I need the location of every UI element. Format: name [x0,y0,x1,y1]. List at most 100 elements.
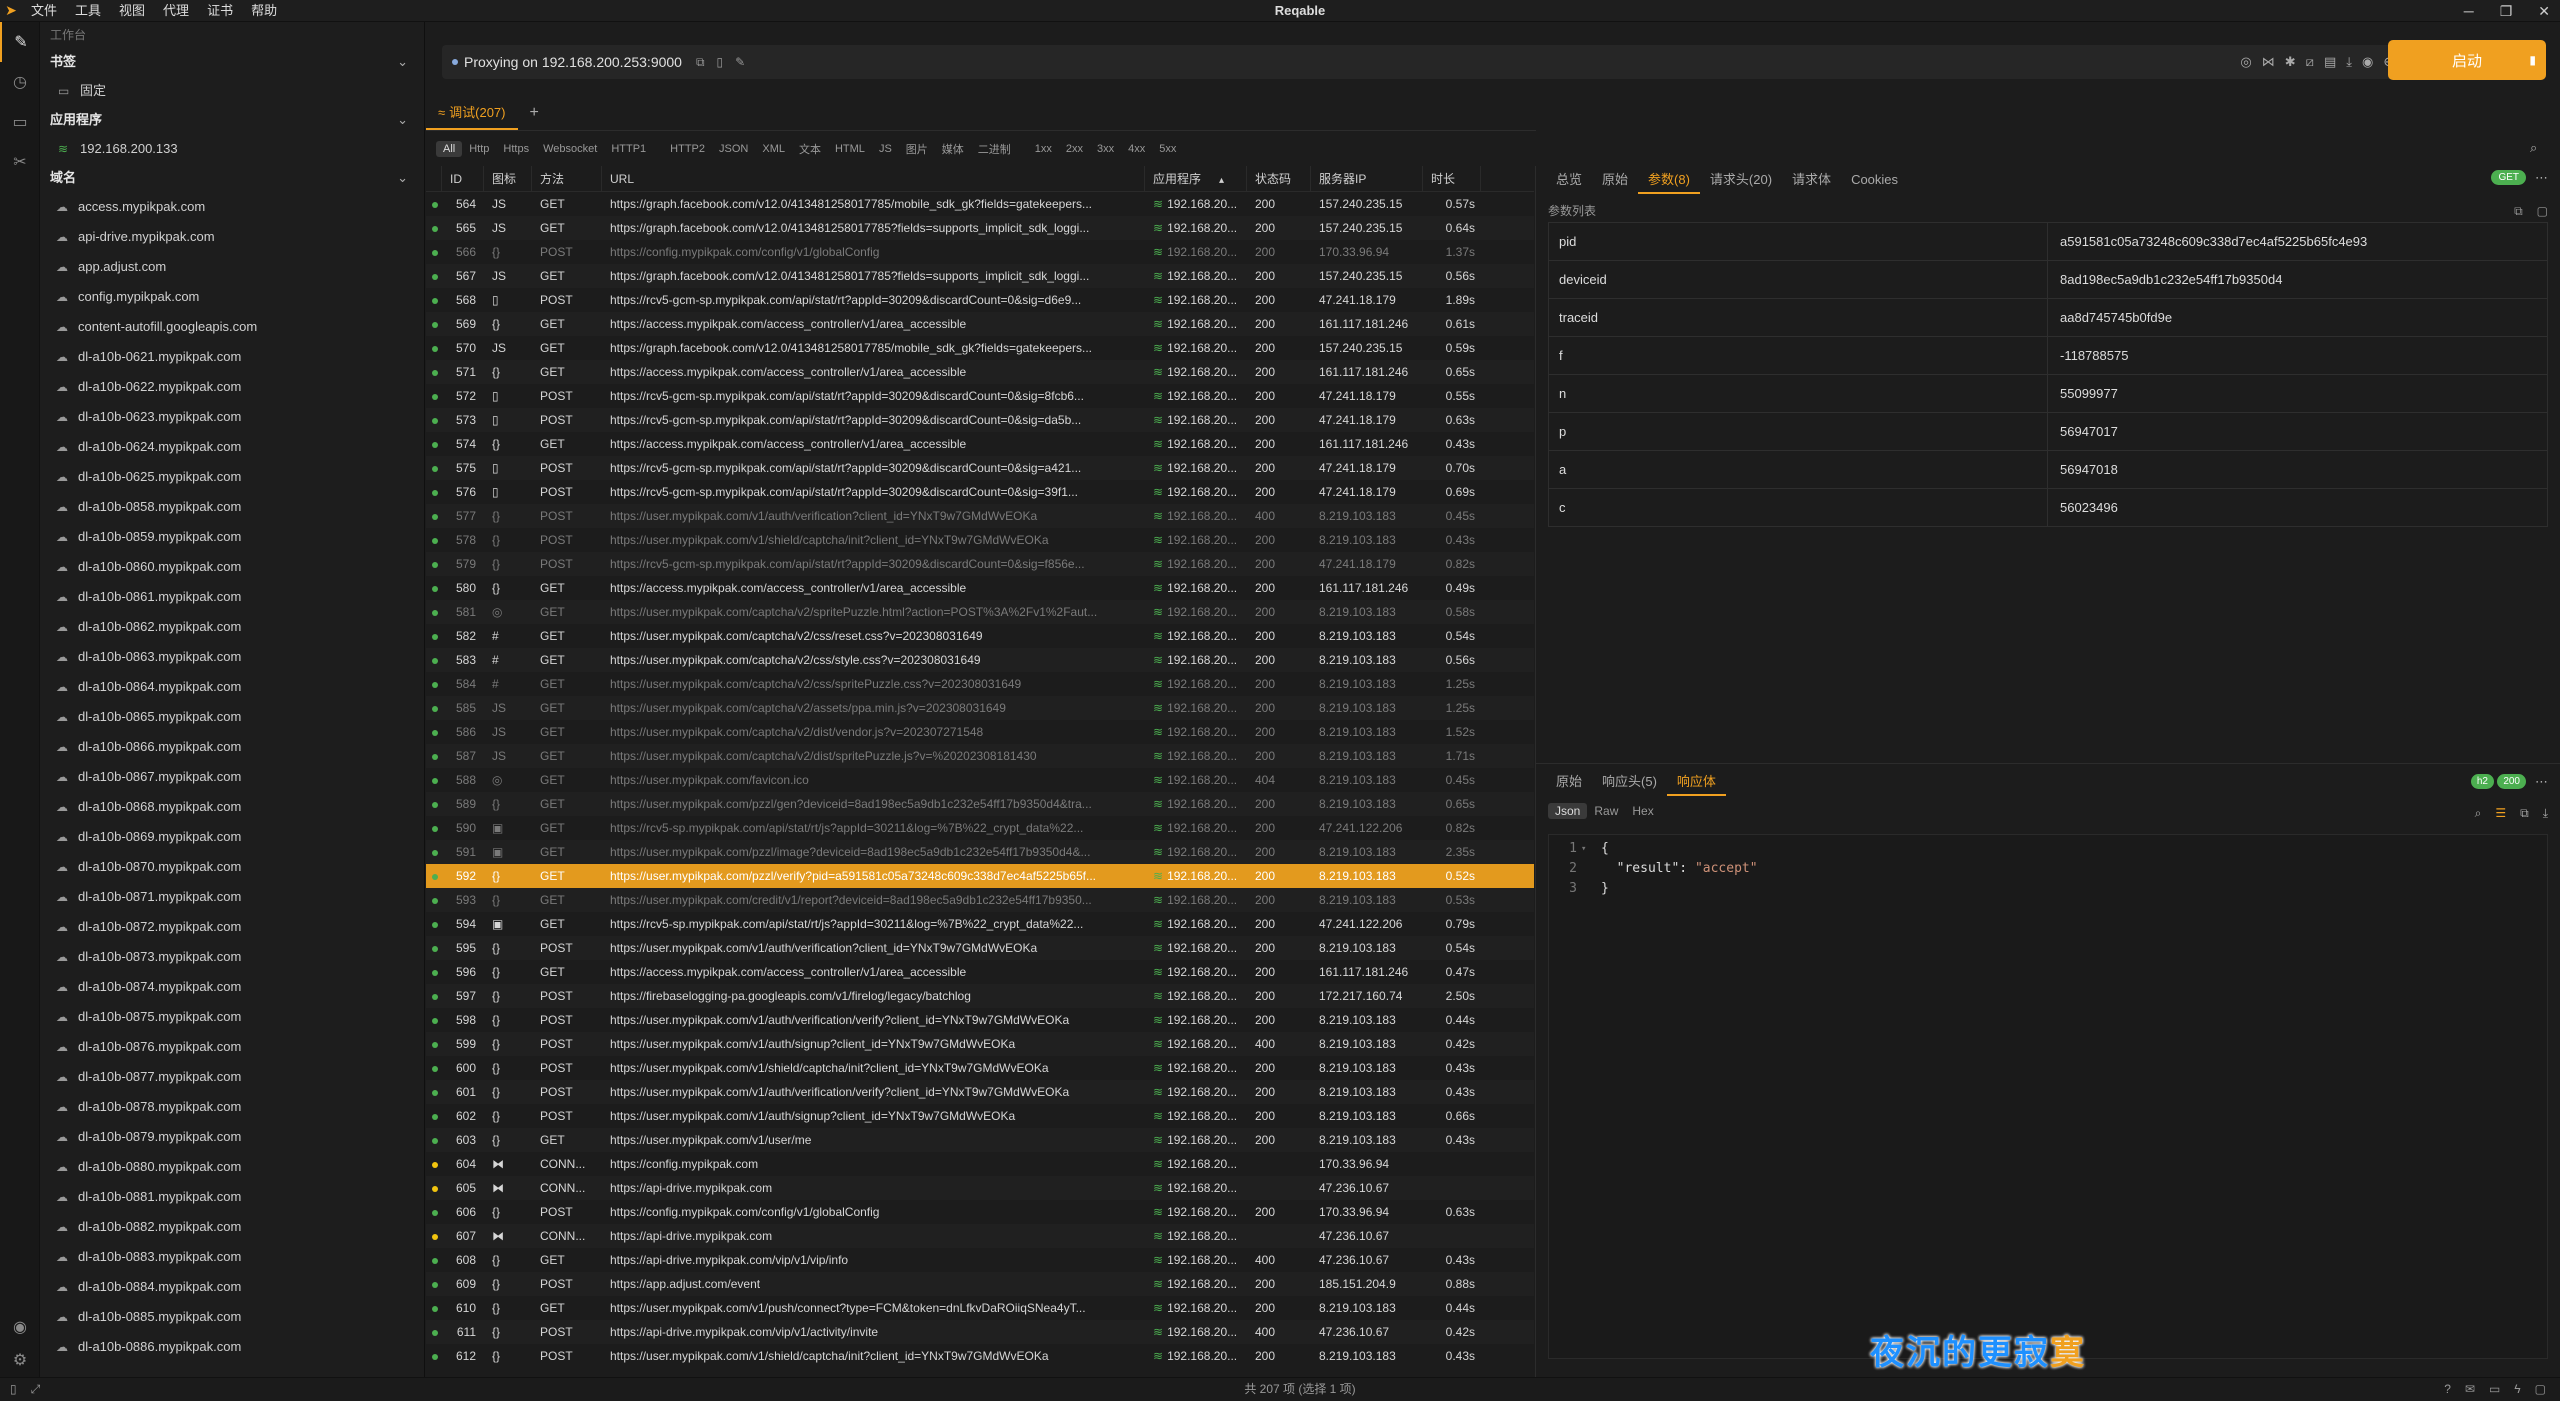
table-row[interactable]: 567 JS GET https://graph.facebook.com/v12.0… [426,264,1534,288]
flash-icon[interactable]: ϟ [2514,1378,2520,1401]
table-row[interactable]: 585 JS GET https://user.mypikpak.com/captch… [426,696,1534,720]
download-icon[interactable]: ⤓ [2346,54,2352,70]
menu-item[interactable]: 视图 [110,0,154,22]
response-tab[interactable]: 响应头(5) [1592,768,1667,796]
layout-icon[interactable]: ▭ [2489,1378,2500,1401]
paste-icon[interactable]: ▢ [2537,204,2548,219]
more-icon[interactable]: ⋯ [2535,774,2548,790]
filter-6[interactable]: JSON [712,141,755,157]
table-row[interactable]: 589 {} GET https://user.mypikpak.com/pzzl/g… [426,792,1534,816]
bug-icon[interactable]: ✱ [2285,54,2296,70]
table-row[interactable]: 608 {} GET https://api-drive.mypikpak.com/v… [426,1248,1534,1272]
filter-7[interactable]: XML [755,141,792,157]
filter-9[interactable]: HTML [828,141,872,157]
start-button[interactable]: 启动 ▮ [2388,40,2546,80]
filter-18[interactable]: 5xx [1152,141,1183,157]
copy-icon[interactable]: ⧉ [2520,806,2529,821]
sidebar-item-domain[interactable]: ☁ dl-a10b-0865.mypikpak.com [40,702,424,732]
table-row[interactable]: 583 # GET https://user.mypikpak.com/captcha… [426,648,1534,672]
table-row[interactable]: 605 ⧓ CONN... https://api-drive.mypikpak.co… [426,1176,1534,1200]
record-icon[interactable]: ◉ [2362,54,2373,70]
sidebar-item-domain[interactable]: ☁ dl-a10b-0868.mypikpak.com [40,792,424,822]
table-row[interactable]: 592 {} GET https://user.mypikpak.com/pzzl/v… [426,864,1534,888]
sidebar-item-domain[interactable]: ☁ dl-a10b-0869.mypikpak.com [40,822,424,852]
sidebar-item-domain[interactable]: ☁ dl-a10b-0623.mypikpak.com [40,402,424,432]
copy-icon[interactable]: ⧉ [696,55,705,70]
inbox-icon[interactable]: ▭ [0,102,40,142]
table-row[interactable]: 601 {} POST https://user.mypikpak.com/v1/au… [426,1080,1534,1104]
table-row[interactable]: 570 JS GET https://graph.facebook.com/v12.0… [426,336,1534,360]
sidebar-item-domain[interactable]: ☁ dl-a10b-0870.mypikpak.com [40,852,424,882]
table-row[interactable]: 582 # GET https://user.mypikpak.com/captcha… [426,624,1534,648]
table-row[interactable]: 596 {} GET https://access.mypikpak.com/acce… [426,960,1534,984]
sidebar-item-domain[interactable]: ☁ dl-a10b-0859.mypikpak.com [40,522,424,552]
document-icon[interactable]: ▤ [2324,54,2336,70]
format-icon[interactable]: ☰ [2495,806,2506,821]
sidebar-item-app[interactable]: ≋ 192.168.200.133 [40,134,424,164]
history-icon[interactable]: ◷ [0,62,40,102]
table-row[interactable]: 595 {} POST https://user.mypikpak.com/v1/au… [426,936,1534,960]
sidebar-item-domain[interactable]: ☁ dl-a10b-0622.mypikpak.com [40,372,424,402]
sidebar-item-domain[interactable]: ☁ dl-a10b-0872.mypikpak.com [40,912,424,942]
sidebar-item-domain[interactable]: ☁ dl-a10b-0860.mypikpak.com [40,552,424,582]
col-server-ip[interactable]: 服务器IP [1311,166,1423,191]
sidebar-item-domain[interactable]: ☁ dl-a10b-0876.mypikpak.com [40,1032,424,1062]
split-icon[interactable]: ⋈ [2262,54,2275,70]
filter-11[interactable]: 图片 [899,139,935,159]
detail-tab[interactable]: Cookies [1841,166,1908,194]
filter-2[interactable]: Https [496,141,536,157]
table-row[interactable]: 607 ⧓ CONN... https://api-drive.mypikpak.co… [426,1224,1534,1248]
col-app[interactable]: 应用程序 ▴ [1145,166,1247,191]
table-row[interactable]: 584 # GET https://user.mypikpak.com/captcha… [426,672,1534,696]
sidebar-item-domain[interactable]: ☁ dl-a10b-0858.mypikpak.com [40,492,424,522]
sidebar-item-domain[interactable]: ☁ dl-a10b-0881.mypikpak.com [40,1182,424,1212]
sidebar-item-domain[interactable]: ☁ dl-a10b-0864.mypikpak.com [40,672,424,702]
param-value[interactable]: a591581c05a73248c609c338d7ec4af5225b65fc… [2048,223,2548,260]
filter-3[interactable]: Websocket [536,141,604,157]
filter-10[interactable]: JS [872,141,899,157]
copy-icon[interactable]: ⧉ [2514,204,2523,219]
table-row[interactable]: 565 JS GET https://graph.facebook.com/v12.0… [426,216,1534,240]
table-row[interactable]: 573 ▯ POST https://rcv5-gcm-sp.mypikpak.com… [426,408,1534,432]
table-row[interactable]: 609 {} POST https://app.adjust.com/event ≋ 19… [426,1272,1534,1296]
restore-icon[interactable]: ❐ [2500,0,2513,22]
add-tab-button[interactable]: + [518,96,551,130]
response-body-editor[interactable]: 1 ▾{2 "result": "accept" 3} [1548,834,2548,1359]
table-row[interactable]: 590 ▣ GET https://rcv5-sp.mypikpak.com/api/… [426,816,1534,840]
sidebar-item-domain[interactable]: ☁ dl-a10b-0873.mypikpak.com [40,942,424,972]
table-row[interactable]: 571 {} GET https://access.mypikpak.com/acce… [426,360,1534,384]
param-value[interactable]: 56947017 [2048,413,2548,450]
col-url[interactable]: URL [602,166,1145,191]
table-row[interactable]: 580 {} GET https://access.mypikpak.com/acce… [426,576,1534,600]
col-icon[interactable]: 图标 [484,166,532,191]
format-hex[interactable]: Hex [1625,803,1660,819]
filter-12[interactable]: 媒体 [935,139,971,159]
table-row[interactable]: 598 {} POST https://user.mypikpak.com/v1/au… [426,1008,1534,1032]
sidebar-item-domain[interactable]: ☁ dl-a10b-0625.mypikpak.com [40,462,424,492]
sidebar-item-domain[interactable]: ☁ dl-a10b-0877.mypikpak.com [40,1062,424,1092]
table-row[interactable]: 593 {} GET https://user.mypikpak.com/credit… [426,888,1534,912]
sidebar-item-domain[interactable]: ☁ config.mypikpak.com [40,282,424,312]
sidebar-item-domain[interactable]: ☁ dl-a10b-0882.mypikpak.com [40,1212,424,1242]
sidebar-item-domain[interactable]: ☁ dl-a10b-0878.mypikpak.com [40,1092,424,1122]
menu-item[interactable]: 帮助 [242,0,286,22]
table-row[interactable]: 574 {} GET https://access.mypikpak.com/acce… [426,432,1534,456]
sidebar-item-domain[interactable]: ☁ dl-a10b-0874.mypikpak.com [40,972,424,1002]
table-row[interactable]: 612 {} POST https://user.mypikpak.com/v1/sh… [426,1344,1534,1368]
table-row[interactable]: 611 {} POST https://api-drive.mypikpak.com/… [426,1320,1534,1344]
param-value[interactable]: aa8d745745b0fd9e [2048,299,2548,336]
filter-13[interactable]: 二进制 [971,139,1018,159]
detail-tab[interactable]: 请求头(20) [1700,166,1782,194]
sidebar-item-bookmark[interactable]: ▭ 固定 [40,76,424,106]
col-duration[interactable]: 时长 [1423,166,1481,191]
table-row[interactable]: 602 {} POST https://user.mypikpak.com/v1/au… [426,1104,1534,1128]
sidebar-item-domain[interactable]: ☁ dl-a10b-0885.mypikpak.com [40,1302,424,1332]
menu-item[interactable]: 代理 [154,0,198,22]
capture-icon[interactable]: ✎ [0,22,40,62]
table-row[interactable]: 603 {} GET https://user.mypikpak.com/v1/use… [426,1128,1534,1152]
sidebar-item-domain[interactable]: ☁ dl-a10b-0871.mypikpak.com [40,882,424,912]
domains-section[interactable]: 域名 ⌄ [40,164,424,192]
trash-icon[interactable]: ▮ [2529,53,2536,67]
table-row[interactable]: 569 {} GET https://access.mypikpak.com/acce… [426,312,1534,336]
table-row[interactable]: 579 {} POST https://rcv5-gcm-sp.mypikpak.co… [426,552,1534,576]
